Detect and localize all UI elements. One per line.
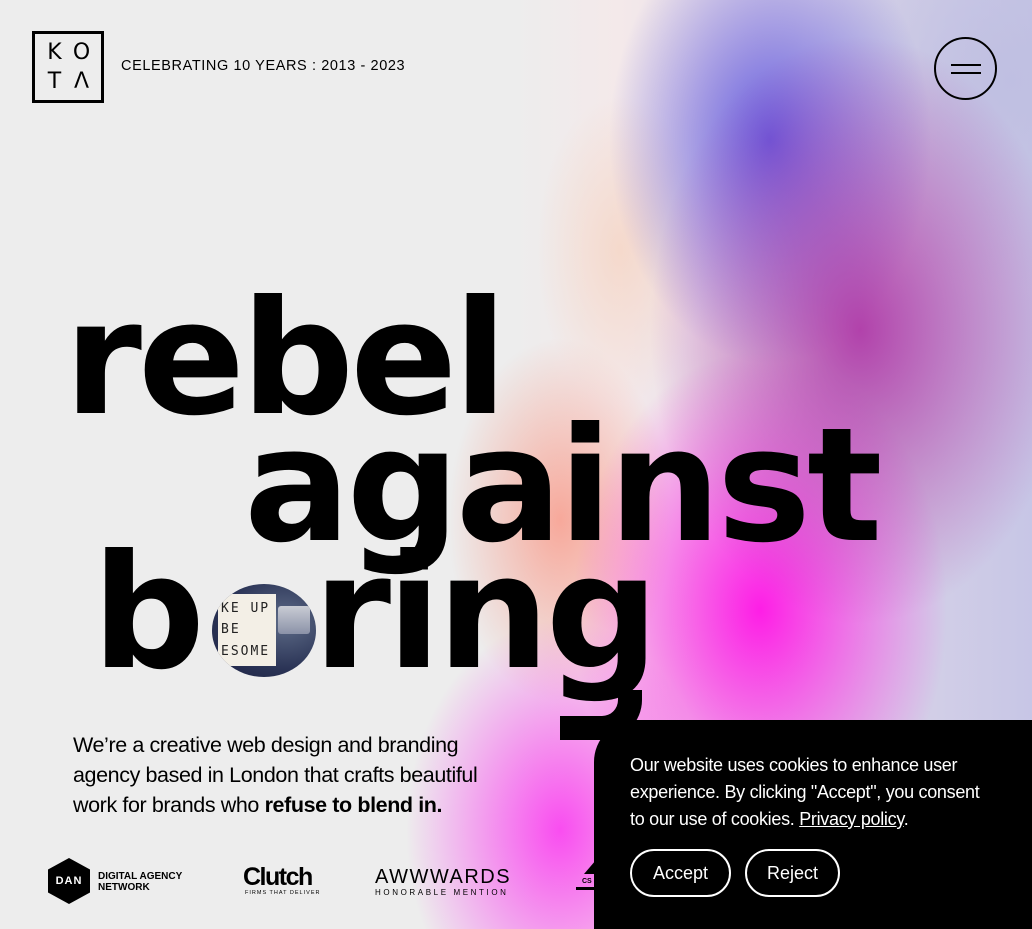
cookie-banner: Our website uses cookies to enhance user…: [594, 720, 1032, 929]
dan-label: DIGITAL AGENCY NETWORK: [98, 871, 182, 893]
menu-icon-line-bottom: [950, 71, 981, 74]
cookie-message: Our website uses cookies to enhance user…: [630, 752, 992, 833]
dan-logo[interactable]: DAN DIGITAL AGENCY NETWORK: [48, 858, 198, 904]
dan-label-line2: NETWORK: [98, 882, 150, 893]
menu-icon-line-top: [950, 63, 981, 66]
awwwards-logo[interactable]: AWWWARDS HONORABLE MENTION: [375, 866, 525, 897]
logo-letter-t: T: [47, 69, 62, 94]
awwwards-wordmark: AWWWARDS: [375, 866, 512, 888]
cookie-actions: Accept Reject: [630, 849, 840, 897]
partial-award-text: CS: [582, 878, 592, 885]
clutch-wordmark: Clutch: [243, 863, 313, 891]
clutch-tagline: FIRMS THAT DELIVER: [245, 890, 321, 896]
dan-label-line1: DIGITAL AGENCY: [98, 871, 183, 882]
anniversary-tagline: CELEBRATING 10 YEARS : 2013 - 2023: [121, 58, 406, 74]
menu-button[interactable]: [934, 37, 997, 100]
logo-letter-k: K: [47, 40, 62, 65]
dan-badge-icon: DAN: [48, 858, 90, 904]
logo-letter-a: Λ: [73, 69, 90, 94]
clutch-logo[interactable]: Clutch FIRMS THAT DELIVER: [243, 864, 323, 896]
awwwards-subtitle: HONORABLE MENTION: [375, 888, 509, 897]
kota-logo[interactable]: K O T Λ: [32, 31, 104, 103]
logo-letter-o: O: [72, 40, 91, 65]
intro-paragraph: We’re a creative web design and branding…: [73, 730, 513, 820]
cookie-message-period: .: [903, 809, 909, 829]
intro-emphasis: refuse to blend in.: [264, 793, 443, 817]
reject-cookies-button[interactable]: Reject: [745, 849, 840, 897]
accept-cookies-button[interactable]: Accept: [630, 849, 731, 897]
privacy-policy-link[interactable]: Privacy policy: [799, 809, 904, 829]
